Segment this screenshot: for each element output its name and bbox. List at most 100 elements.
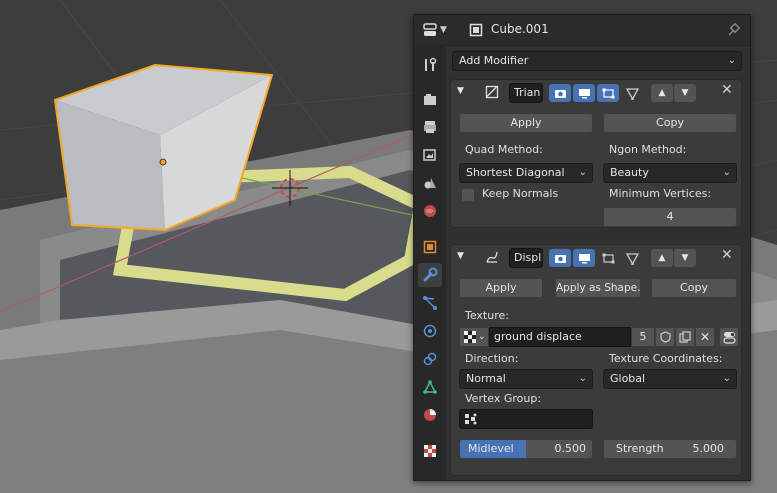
texture-label: Texture:: [465, 309, 509, 322]
move-up-button[interactable]: ▲: [651, 84, 673, 102]
origin-dot: [159, 158, 167, 166]
material-icon: [424, 409, 436, 421]
texture-users-count[interactable]: 5: [631, 327, 655, 347]
unlink-texture-button[interactable]: ✕: [695, 327, 715, 347]
apply-button[interactable]: Apply: [459, 278, 543, 298]
properties-editor-icon: [423, 23, 437, 36]
camera-icon: [554, 89, 566, 98]
min-vertices-field[interactable]: 4: [603, 207, 737, 227]
move-down-button[interactable]: ▼: [674, 84, 696, 102]
triangulate-modifier: ▼ Trian ▲ ▼ ✕ Apply Copy Quad Method: Ng…: [450, 79, 742, 228]
midlevel-label: Midlevel: [468, 442, 514, 455]
direction-label: Direction:: [465, 352, 519, 365]
edit-mode-toggle[interactable]: [549, 84, 571, 102]
midlevel-slider[interactable]: Midlevel 0.500: [459, 439, 593, 459]
tab-output[interactable]: [418, 115, 442, 139]
modifier-name-field[interactable]: Displ: [509, 248, 543, 268]
triangulate-modifier-icon: [485, 85, 499, 99]
pin-icon[interactable]: [726, 23, 740, 37]
arrow-down-icon: ▼: [681, 253, 689, 263]
direction-value: Normal: [466, 372, 506, 385]
remove-modifier-icon[interactable]: ✕: [721, 82, 733, 98]
texture-browse-button[interactable]: ⌄: [459, 327, 489, 347]
tab-texture[interactable]: [418, 439, 442, 463]
copy-button[interactable]: Copy: [603, 113, 737, 133]
tab-tool[interactable]: [418, 53, 442, 77]
strength-label: Strength: [616, 442, 664, 455]
shield-icon: [659, 331, 671, 343]
on-cage-toggle[interactable]: [621, 249, 643, 267]
chevron-down-icon: ⌄: [578, 373, 587, 384]
realtime-toggle[interactable]: [573, 249, 595, 267]
texture-settings-button[interactable]: [719, 327, 739, 347]
add-modifier-dropdown[interactable]: Add Modifier ⌄: [452, 51, 742, 71]
strength-value: 5.000: [692, 442, 725, 455]
tab-physics[interactable]: [418, 319, 442, 343]
texture-coordinates-dropdown[interactable]: Global ⌄: [603, 369, 737, 389]
tab-object[interactable]: [418, 235, 442, 259]
direction-dropdown[interactable]: Normal ⌄: [459, 369, 593, 389]
monitor-icon: [578, 253, 590, 263]
cage-toggle[interactable]: [597, 84, 619, 102]
chevron-down-icon: ⌄: [478, 332, 486, 342]
displace-modifier: ▼ Displ ▲ ▼ ✕ Apply Apply as Shape.. Cop…: [450, 244, 742, 476]
min-vertices-label: Minimum Vertices:: [609, 187, 712, 200]
printer-icon: [424, 121, 436, 133]
tab-particles[interactable]: [418, 291, 442, 315]
camera-back-icon: [424, 94, 436, 105]
duplicate-texture-button[interactable]: [675, 327, 695, 347]
strength-field[interactable]: Strength 5.000: [603, 439, 737, 459]
tab-render[interactable]: [418, 87, 442, 111]
checker-texture-icon: [424, 445, 436, 457]
camera-icon: [554, 254, 566, 263]
collapse-triangle-icon[interactable]: ▼: [457, 251, 464, 261]
on-cage-toggle[interactable]: [621, 84, 643, 102]
object-data-icon: [469, 23, 483, 37]
tab-world[interactable]: [418, 199, 442, 223]
constraint-icon: [423, 352, 437, 366]
ngon-method-dropdown[interactable]: Beauty ⌄: [603, 163, 737, 183]
toggle-settings-icon: [722, 332, 736, 344]
image-stack-icon: [423, 149, 436, 161]
realtime-toggle[interactable]: [573, 84, 595, 102]
tab-scene[interactable]: [418, 171, 442, 195]
keep-normals-label: Keep Normals: [482, 187, 559, 200]
fake-user-button[interactable]: [655, 327, 675, 347]
tab-view-layer[interactable]: [418, 143, 442, 167]
vertex-triangle-icon: [625, 87, 639, 100]
object-icon: [423, 240, 437, 254]
keep-normals-checkbox[interactable]: [461, 188, 475, 202]
world-icon: [424, 205, 436, 217]
apply-button[interactable]: Apply: [459, 113, 593, 133]
cage-toggle[interactable]: [597, 249, 619, 267]
apply-as-shape-button[interactable]: Apply as Shape..: [555, 278, 641, 298]
move-up-button[interactable]: ▲: [651, 249, 673, 267]
texture-name-field[interactable]: ground displace: [489, 327, 631, 347]
copy-button[interactable]: Copy: [651, 278, 737, 298]
tab-material[interactable]: [418, 403, 442, 427]
modifier-name-field[interactable]: Trian: [509, 83, 543, 103]
monitor-icon: [578, 88, 590, 98]
panel-header: ▼ Cube.001: [414, 15, 750, 46]
ngon-method-label: Ngon Method:: [609, 143, 687, 156]
displace-modifier-icon: [486, 251, 498, 263]
tab-constraints[interactable]: [418, 347, 442, 371]
remove-modifier-icon[interactable]: ✕: [721, 247, 733, 263]
close-icon: ✕: [699, 330, 711, 344]
editor-type-button[interactable]: ▼: [422, 21, 452, 39]
chevron-down-icon: ⌄: [727, 55, 736, 66]
chevron-down-icon: ⌄: [722, 167, 731, 178]
quad-method-dropdown[interactable]: Shortest Diagonal ⌄: [459, 163, 593, 183]
arrow-up-icon: ▲: [658, 253, 666, 263]
tab-modifiers[interactable]: [418, 263, 442, 287]
chevron-down-icon: ⌄: [578, 167, 587, 178]
edit-mode-toggle[interactable]: [549, 249, 571, 267]
properties-panel: ▼ Cube.001 Add Modifier ⌄ ▼ Trian ▲ ▼ ✕ …: [413, 14, 751, 481]
texture-coordinates-value: Global: [610, 372, 646, 385]
chevron-down-icon: ⌄: [722, 373, 731, 384]
vertex-group-label: Vertex Group:: [465, 392, 542, 405]
collapse-triangle-icon[interactable]: ▼: [457, 86, 464, 96]
vertex-group-field[interactable]: [459, 409, 593, 429]
move-down-button[interactable]: ▼: [674, 249, 696, 267]
tab-data[interactable]: [418, 375, 442, 399]
